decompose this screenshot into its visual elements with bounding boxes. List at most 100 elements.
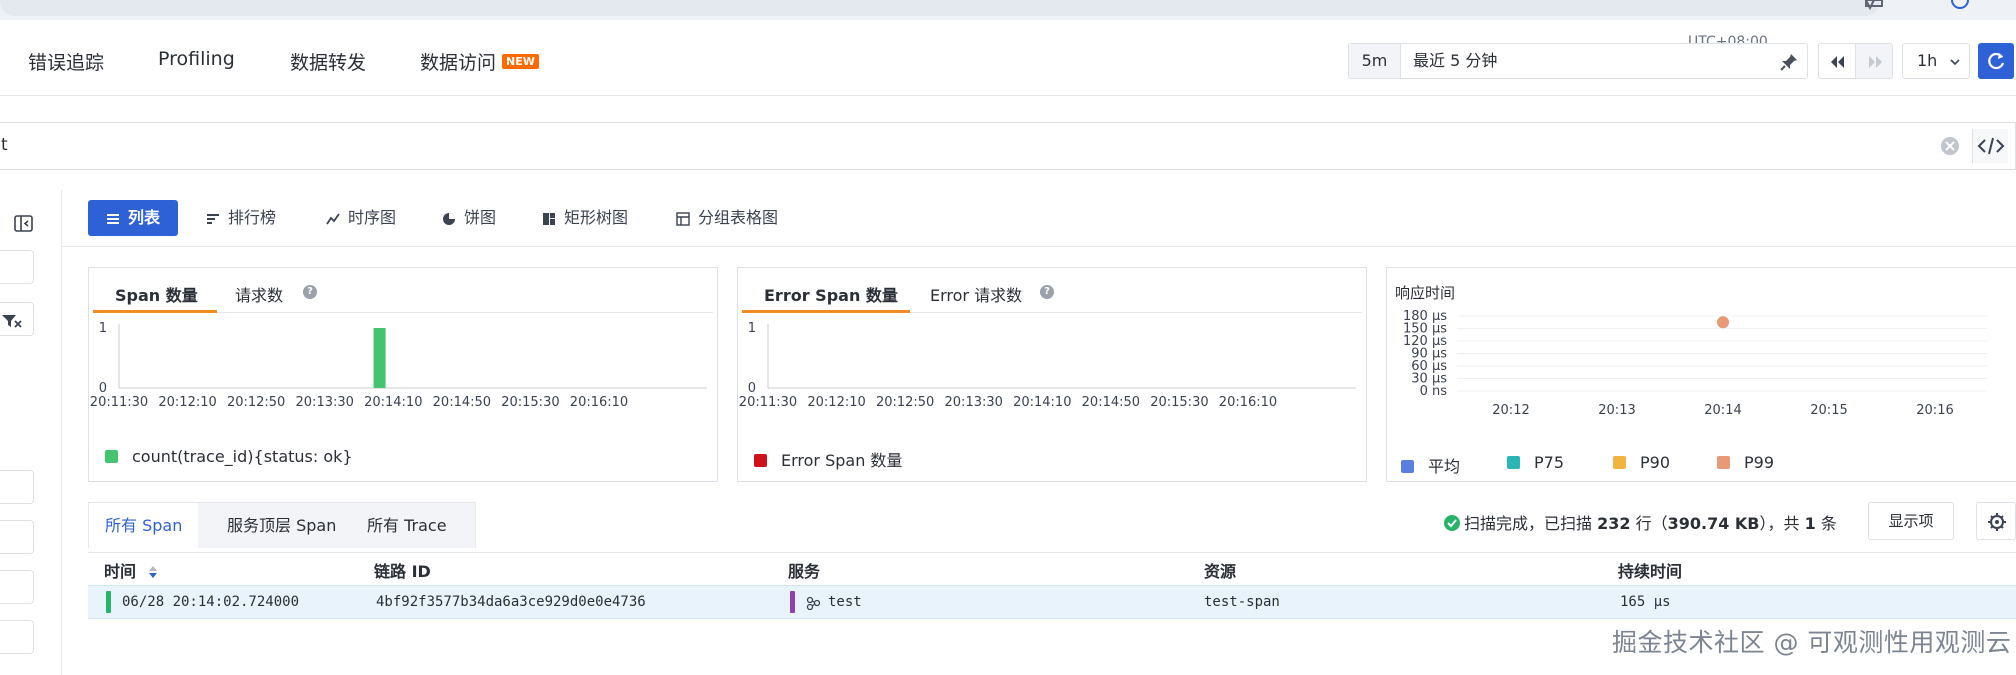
legend-label: P99 xyxy=(1744,453,1775,472)
column-header-time-label: 时间 xyxy=(104,562,137,581)
collapse-sidebar-icon[interactable] xyxy=(14,214,34,234)
tab-all-span[interactable]: 所有 Span xyxy=(89,503,199,549)
tab-error-request-count[interactable]: Error 请求数 xyxy=(930,282,1022,316)
forward-button[interactable] xyxy=(1855,43,1893,79)
clear-icon[interactable] xyxy=(1940,136,1960,156)
address-bar[interactable] xyxy=(0,0,1880,16)
tab-pie[interactable]: 饼图 xyxy=(428,200,496,236)
tab-treemap-label: 矩形树图 xyxy=(564,208,629,227)
legend-item[interactable]: 平均 xyxy=(1401,453,1460,477)
x-tick-label: 20:12:50 xyxy=(876,395,934,410)
rail-field[interactable] xyxy=(0,250,34,284)
code-view-button[interactable] xyxy=(1972,129,2008,163)
sort-icon[interactable] xyxy=(146,565,160,579)
cell-trace-id[interactable]: 4bf92f3577b34da6a3ce929d0e0e4736 xyxy=(376,594,646,610)
new-badge: NEW xyxy=(502,54,539,69)
legend-label: count(trace_id){status: ok} xyxy=(132,447,353,466)
tab-timeseries-label: 时序图 xyxy=(348,208,397,227)
help-icon[interactable]: ? xyxy=(303,285,317,299)
response-time-card: 响应时间 180 μs 150 μs 120 μs 90 μs 60 μs 30 μs 0 … xyxy=(1386,267,2016,482)
tab-pie-label: 饼图 xyxy=(464,208,497,227)
y-tick-label: 0 xyxy=(99,381,107,396)
legend-label: 平均 xyxy=(1428,457,1461,476)
column-header-resource[interactable]: 资源 xyxy=(1204,558,1236,582)
cell-service[interactable]: test xyxy=(828,594,862,610)
column-header-trace-id[interactable]: 链路 ID xyxy=(374,558,431,582)
x-tick-label: 20:13:30 xyxy=(296,395,354,410)
time-shortcut[interactable]: 5m xyxy=(1349,44,1401,78)
column-header-duration[interactable]: 持续时间 xyxy=(1618,558,1682,582)
x-tick-label: 20:14 xyxy=(1704,403,1741,418)
query-input[interactable]: t xyxy=(1,135,8,155)
x-tick-label: 20:12:10 xyxy=(158,395,216,410)
nav-item-data-access[interactable]: 数据访问 NEW xyxy=(420,48,539,75)
rail-field[interactable] xyxy=(0,520,34,554)
nav-item-data-forwarding[interactable]: 数据转发 xyxy=(290,48,366,75)
profile-icon[interactable] xyxy=(1948,0,1972,10)
scan-rows: 232 xyxy=(1597,514,1631,533)
legend-item[interactable]: P75 xyxy=(1507,453,1564,472)
tab-ranking-label: 排行榜 xyxy=(228,208,277,227)
response-time-chart: 180 μs150 μs120 μs90 μs60 μs30 μs0 ns20:… xyxy=(1403,309,1987,418)
legend-swatch xyxy=(1507,456,1520,469)
timeseries-icon xyxy=(326,213,340,225)
legend-item[interactable]: count(trace_id){status: ok} xyxy=(105,447,353,466)
settings-button[interactable] xyxy=(1976,502,2016,540)
legend-item[interactable]: Error Span 数量 xyxy=(754,447,902,471)
x-tick-label: 20:14:50 xyxy=(433,395,491,410)
data-point xyxy=(1717,316,1729,329)
legend-swatch xyxy=(1717,456,1730,469)
tab-service-top-span[interactable]: 服务顶层 Span xyxy=(211,503,352,549)
legend-swatch xyxy=(754,454,767,467)
cell-time: 06/28 20:14:02.724000 xyxy=(122,594,300,610)
nav-item-error-tracking[interactable]: 错误追踪 xyxy=(28,48,104,75)
service-color-indicator xyxy=(790,591,795,613)
interval-select[interactable]: 1h xyxy=(1902,43,1970,79)
filter-clear-button[interactable] xyxy=(0,302,34,336)
rail-field[interactable] xyxy=(0,620,34,654)
rail-field[interactable] xyxy=(0,470,34,504)
tab-all-trace[interactable]: 所有 Trace xyxy=(351,503,463,549)
legend-item[interactable]: P99 xyxy=(1717,453,1774,472)
tab-timeseries[interactable]: 时序图 xyxy=(312,200,396,236)
scan-count: 1 xyxy=(1804,514,1816,533)
x-tick-label: 20:11:30 xyxy=(90,395,148,410)
y-tick-label: 0 ns xyxy=(1420,384,1448,399)
help-icon[interactable]: ? xyxy=(1040,285,1054,299)
nav-item-data-access-label: 数据访问 xyxy=(420,52,497,74)
column-header-service[interactable]: 服务 xyxy=(788,558,820,582)
active-tab-underline xyxy=(93,310,217,313)
legend-label: P75 xyxy=(1534,453,1565,472)
rewind-button[interactable] xyxy=(1818,43,1856,79)
column-header-time[interactable]: 时间 xyxy=(104,558,160,582)
legend-label: Error Span 数量 xyxy=(781,451,903,470)
treemap-icon xyxy=(543,213,555,225)
interval-value: 1h xyxy=(1917,51,1938,70)
scan-status: 扫描完成，已扫描 232 行（390.74 KB），共 1 条 xyxy=(1444,510,1837,534)
cell-duration: 165 μs xyxy=(1620,594,1671,610)
x-tick-label: 20:15 xyxy=(1810,403,1847,418)
tab-treemap[interactable]: 矩形树图 xyxy=(528,200,628,236)
span-count-card: Span 数量 请求数 ? 1 0 20:11:30 20:12:10 20:12:50… xyxy=(88,267,718,482)
pin-icon[interactable] xyxy=(1779,52,1799,72)
x-tick-label: 20:16:10 xyxy=(570,395,628,410)
extension-icon[interactable] xyxy=(1864,0,1894,10)
table-row[interactable]: 06/28 20:14:02.724000 4bf92f3577b34da6a3… xyxy=(88,585,2016,619)
refresh-button[interactable] xyxy=(1978,43,2014,79)
nav-item-profiling[interactable]: Profiling xyxy=(158,48,235,70)
x-tick-label: 20:16:10 xyxy=(1219,395,1277,410)
browser-strip xyxy=(0,0,2016,20)
display-columns-button[interactable]: 显示项 xyxy=(1868,502,1954,540)
rail-field[interactable] xyxy=(0,570,34,604)
legend-item[interactable]: P90 xyxy=(1613,453,1670,472)
forward-icon xyxy=(1869,56,1882,68)
time-range-label[interactable]: 最近 5 分钟 xyxy=(1413,44,1497,78)
tab-list[interactable]: 列表 xyxy=(88,200,179,236)
table-icon xyxy=(676,212,690,226)
tab-request-count[interactable]: 请求数 xyxy=(235,282,283,316)
legend-label: P90 xyxy=(1640,453,1671,472)
time-range-picker[interactable]: 5m 最近 5 分钟 xyxy=(1348,43,1808,79)
query-bar[interactable]: t xyxy=(0,122,2016,170)
tab-ranking[interactable]: 排行榜 xyxy=(192,200,276,236)
tab-group-table[interactable]: 分组表格图 xyxy=(662,200,778,236)
